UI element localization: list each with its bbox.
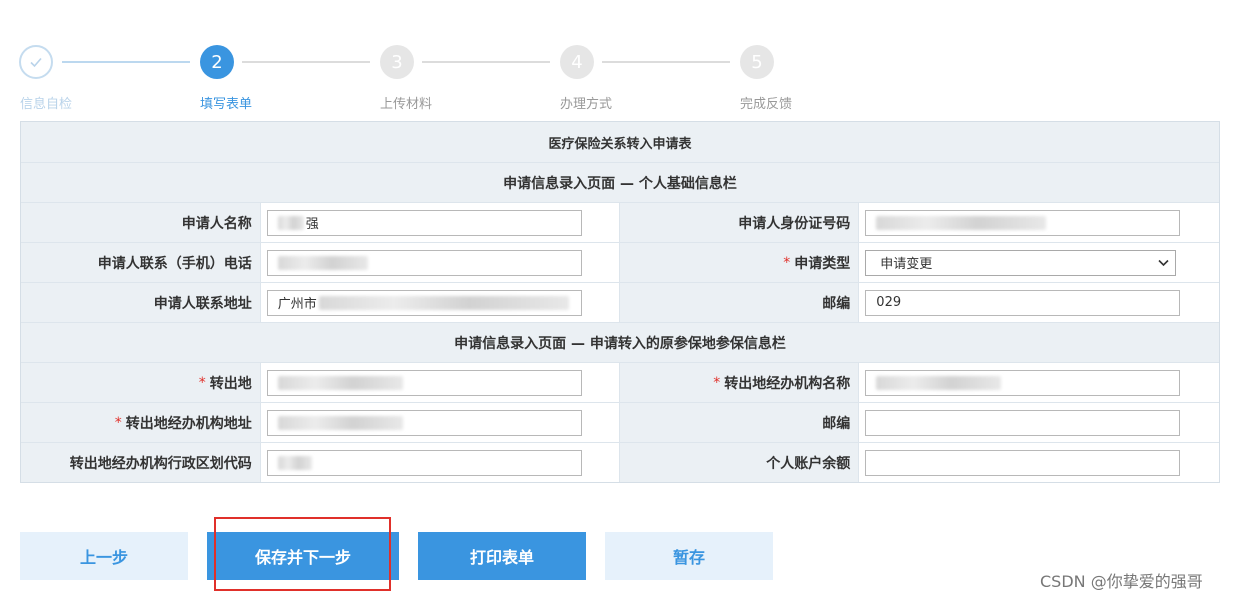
redacted-text [277,215,304,230]
applicant-phone-cell [260,243,620,282]
watermark: CSDN @你挚爱的强哥 [1040,572,1203,591]
redacted-text [277,415,403,430]
step-1-label: 信息自检 [20,97,73,112]
application-form: 医疗保险关系转入申请表 申请信息录入页面 — 个人基础信息栏 申请人名称 强 申… [20,121,1220,483]
form-row: * 转出地 * 转出地经办机构名称 [21,362,1219,402]
step-connector [242,61,370,63]
transfer-from-label: * 转出地 [21,363,261,402]
postcode-input[interactable]: 029 [865,289,1181,316]
redacted-text [277,375,403,390]
transfer-agency-name-input[interactable] [865,369,1181,396]
applicant-id-label: 申请人身份证号码 [619,203,860,242]
postcode-cell: 029 [859,283,1219,322]
annotation-highlight-box [214,517,391,591]
applicant-id-input[interactable] [865,209,1181,236]
step-5-label: 完成反馈 [740,97,793,112]
region-code-label: 转出地经办机构行政区划代码 [21,443,261,482]
section-original-insurance: 申请信息录入页面 — 申请转入的原参保地参保信息栏 [21,322,1219,362]
form-title: 医疗保险关系转入申请表 [21,122,1219,162]
transfer-agency-address-cell [260,403,620,442]
balance-cell [859,443,1219,482]
postcode2-label: 邮编 [619,403,860,442]
form-row: 申请人联系地址 广州市 邮编 029 [21,282,1219,322]
step-connector [602,61,730,63]
applicant-address-label: 申请人联系地址 [21,283,261,322]
balance-input[interactable] [865,449,1181,476]
step-3-label: 上传材料 [380,97,433,112]
transfer-agency-name-label: * 转出地经办机构名称 [619,363,860,402]
step-3-circle: 3 [380,45,414,79]
step-4-circle: 4 [560,45,594,79]
form-row: * 转出地经办机构地址 邮编 [21,402,1219,442]
step-2-label: 填写表单 [200,97,253,112]
applicant-name-cell: 强 [260,203,620,242]
region-code-input[interactable] [266,449,582,476]
print-form-button[interactable]: 打印表单 [418,532,586,580]
applicant-name-label: 申请人名称 [21,203,261,242]
balance-label: 个人账户余额 [619,443,860,482]
redacted-text [876,215,1047,230]
progress-stepper: 2 3 4 5 信息自检 填写表单 上传材料 办理方式 完成反馈 [0,0,1246,118]
applicant-id-cell [859,203,1219,242]
step-2-circle: 2 [200,45,234,79]
transfer-from-input[interactable] [266,369,582,396]
save-draft-button[interactable]: 暂存 [605,532,773,580]
apply-type-label: * 申请类型 [619,243,860,282]
redacted-text [277,255,368,270]
applicant-address-cell: 广州市 [260,283,620,322]
step-5-circle: 5 [740,45,774,79]
form-row: 申请人名称 强 申请人身份证号码 [21,202,1219,242]
transfer-from-cell [260,363,620,402]
step-connector [422,61,550,63]
redacted-text [876,375,1002,390]
section-personal-info: 申请信息录入页面 — 个人基础信息栏 [21,162,1219,202]
step-1-check-icon [19,45,53,79]
region-code-cell [260,443,620,482]
postcode2-cell [859,403,1219,442]
step-connector [62,61,190,63]
apply-type-select[interactable]: 申请变更 [865,249,1177,276]
applicant-name-input[interactable]: 强 [266,209,582,236]
transfer-agency-address-label: * 转出地经办机构地址 [21,403,261,442]
form-row: 转出地经办机构行政区划代码 个人账户余额 [21,442,1219,482]
postcode-label: 邮编 [619,283,860,322]
applicant-phone-label: 申请人联系（手机）电话 [21,243,261,282]
applicant-phone-input[interactable] [266,249,582,276]
transfer-agency-address-input[interactable] [266,409,582,436]
form-row: 申请人联系（手机）电话 * 申请类型 申请变更 [21,242,1219,282]
prev-step-button[interactable]: 上一步 [20,532,188,580]
chevron-down-icon [1158,256,1169,270]
step-4-label: 办理方式 [560,97,613,112]
transfer-agency-name-cell [859,363,1219,402]
postcode2-input[interactable] [865,409,1181,436]
redacted-text [277,455,312,470]
apply-type-cell: 申请变更 [859,243,1219,282]
applicant-address-input[interactable]: 广州市 [266,289,582,316]
redacted-text [318,295,569,310]
